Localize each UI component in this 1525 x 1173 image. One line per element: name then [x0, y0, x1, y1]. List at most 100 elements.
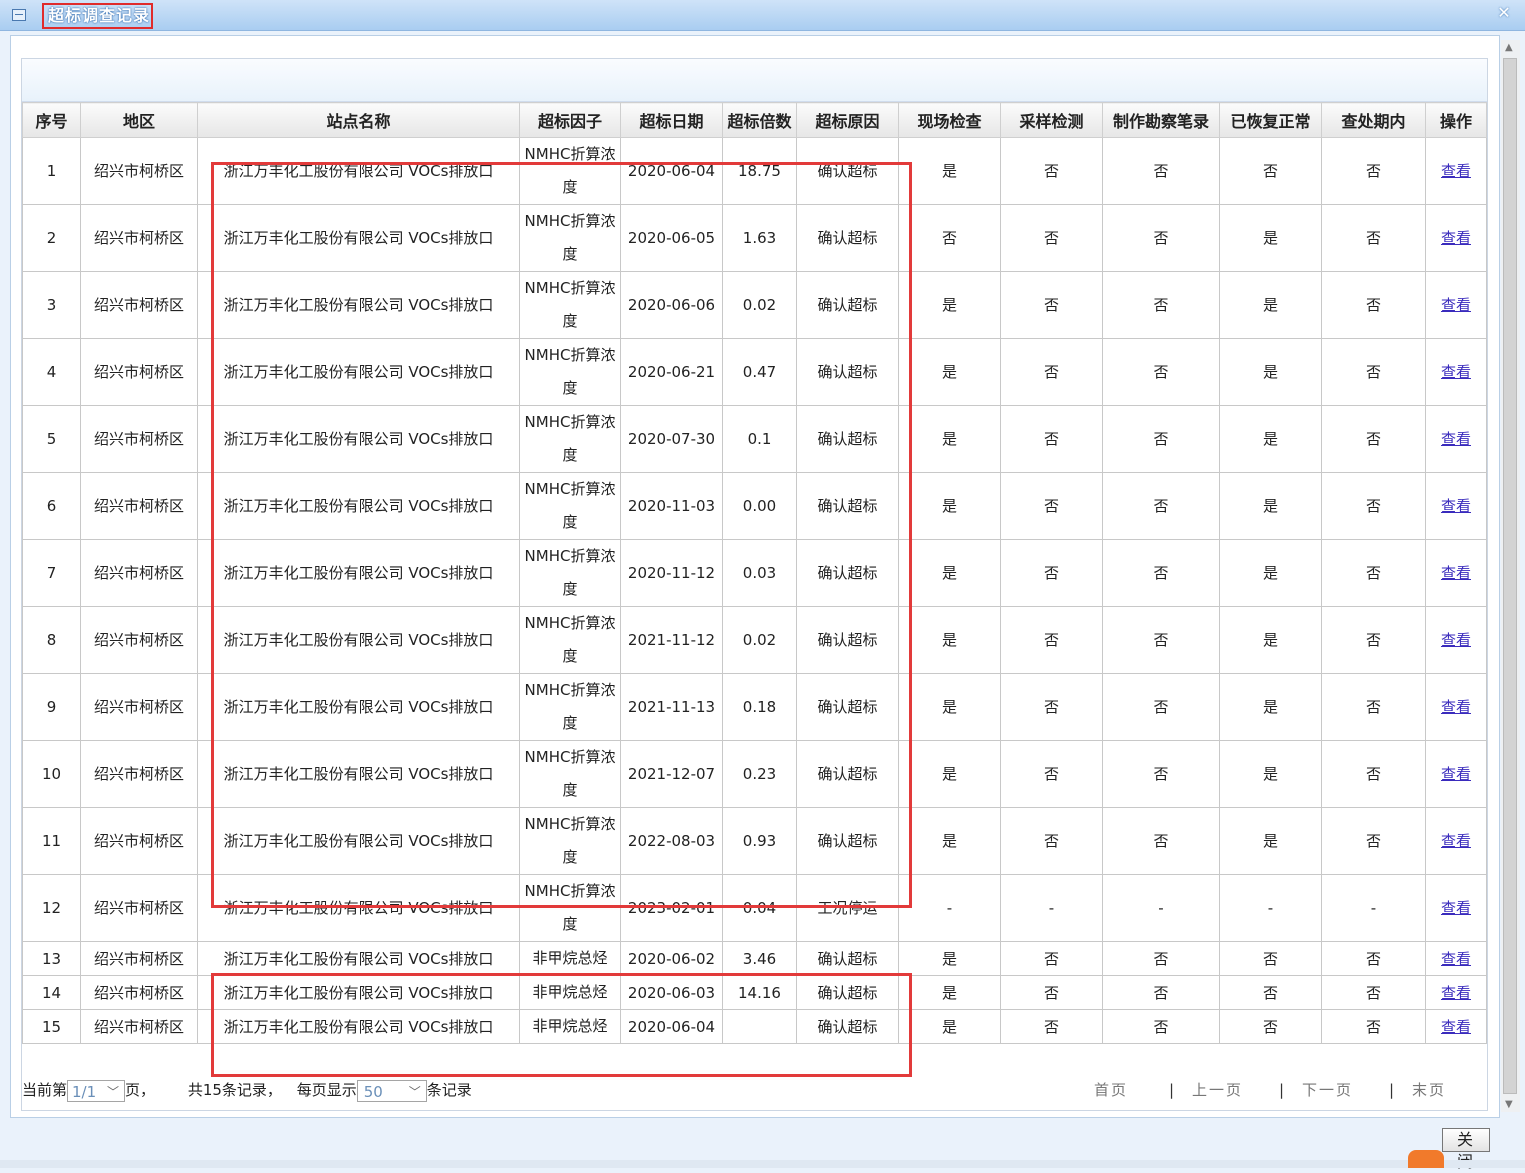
table-cell: 查看 — [1425, 271, 1487, 339]
window-close-icon[interactable]: ✕ — [1491, 2, 1517, 24]
view-link[interactable]: 查看 — [1441, 899, 1471, 917]
view-link[interactable]: 查看 — [1441, 363, 1471, 381]
table-cell: NMHC折算浓度 — [519, 606, 621, 674]
chevron-down-icon: ﹀ — [408, 1084, 421, 1099]
page-select[interactable]: 1/1 ﹀ — [67, 1079, 126, 1102]
table-cell: 是 — [898, 1009, 1001, 1044]
view-link[interactable]: 查看 — [1441, 497, 1471, 515]
table-cell: 浙江万丰化工股份有限公司 VOCs排放口 — [197, 338, 520, 406]
table-cell: NMHC折算浓度 — [519, 874, 621, 942]
table-cell: 否 — [1000, 941, 1103, 976]
view-link[interactable]: 查看 — [1441, 1018, 1471, 1036]
table-cell: 否 — [1321, 539, 1426, 607]
panel-toolbar — [22, 59, 1487, 102]
table-cell: 否 — [1102, 941, 1220, 976]
table-cell: 确认超标 — [796, 1009, 899, 1044]
view-link[interactable]: 查看 — [1441, 832, 1471, 850]
table-cell: 浙江万丰化工股份有限公司 VOCs排放口 — [197, 606, 520, 674]
table-row: 6 绍兴市柯桥区 浙江万丰化工股份有限公司 VOCs排放口 NMHC折算浓度 2020-… — [22, 472, 1487, 540]
table-cell: 确认超标 — [796, 271, 899, 339]
table-cell: 查看 — [1425, 338, 1487, 406]
pager-total: 共15条记录， — [187, 1081, 282, 1099]
pagination-bar: 当前第 1/1 ﹀ 页， 共15条记录， 每页显示 50 ﹀ 条记录 首页 | 上一页 | … — [22, 1075, 1487, 1105]
table-cell: 浙江万丰化工股份有限公司 VOCs排放口 — [197, 137, 520, 205]
view-link[interactable]: 查看 — [1441, 984, 1471, 1002]
scroll-down-icon[interactable]: ▼ — [1505, 1099, 1513, 1110]
table-cell: 浙江万丰化工股份有限公司 VOCs排放口 — [197, 204, 520, 272]
table-cell: 4 — [22, 338, 81, 406]
table-cell: NMHC折算浓度 — [519, 807, 621, 875]
table-cell: 确认超标 — [796, 975, 899, 1010]
table-cell: 否 — [1219, 1009, 1322, 1044]
table-cell: 0.02 — [722, 606, 797, 674]
table-cell: 0.47 — [722, 338, 797, 406]
table-cell: 否 — [1102, 137, 1220, 205]
view-link[interactable]: 查看 — [1441, 564, 1471, 582]
view-link[interactable]: 查看 — [1441, 698, 1471, 716]
table-cell: 查看 — [1425, 874, 1487, 942]
table-cell: NMHC折算浓度 — [519, 472, 621, 540]
table-cell: 确认超标 — [796, 539, 899, 607]
view-link[interactable]: 查看 — [1441, 430, 1471, 448]
page-select-value: 1/1 — [72, 1082, 97, 1101]
table-cell: 确认超标 — [796, 472, 899, 540]
taskbar-strip — [0, 1160, 1525, 1168]
pager-prefix: 当前第 — [22, 1081, 68, 1099]
scroll-up-icon[interactable]: ▲ — [1505, 42, 1513, 53]
table-cell: 查看 — [1425, 137, 1487, 205]
prev-page-link[interactable]: 上一页 — [1192, 1075, 1243, 1105]
table-cell: 否 — [1321, 1009, 1426, 1044]
table-cell: 浙江万丰化工股份有限公司 VOCs排放口 — [197, 874, 520, 942]
table-cell: 查看 — [1425, 1009, 1487, 1044]
table-cell: 否 — [1321, 271, 1426, 339]
table-cell: 否 — [1321, 975, 1426, 1010]
table-cell: 14.16 — [722, 975, 797, 1010]
table-cell: 2020-06-04 — [620, 1009, 723, 1044]
table-row: 7 绍兴市柯桥区 浙江万丰化工股份有限公司 VOCs排放口 NMHC折算浓度 2020-… — [22, 539, 1487, 607]
table-cell: 非甲烷总烃 — [519, 941, 621, 976]
view-link[interactable]: 查看 — [1441, 296, 1471, 314]
table-row: 3 绍兴市柯桥区 浙江万丰化工股份有限公司 VOCs排放口 NMHC折算浓度 2020-… — [22, 271, 1487, 339]
table-row: 12 绍兴市柯桥区 浙江万丰化工股份有限公司 VOCs排放口 NMHC折算浓度 2023… — [22, 874, 1487, 942]
pager-separator: | — [1279, 1081, 1285, 1099]
table-row: 11 绍兴市柯桥区 浙江万丰化工股份有限公司 VOCs排放口 NMHC折算浓度 2022… — [22, 807, 1487, 875]
table-cell: 查看 — [1425, 472, 1487, 540]
table-cell: 10 — [22, 740, 81, 808]
view-link[interactable]: 查看 — [1441, 162, 1471, 180]
table-cell: 7 — [22, 539, 81, 607]
next-page-link[interactable]: 下一页 — [1302, 1075, 1353, 1105]
table-cell: 是 — [1219, 740, 1322, 808]
table-cell: 否 — [1102, 204, 1220, 272]
table-cell: 是 — [898, 405, 1001, 473]
table-cell: 确认超标 — [796, 740, 899, 808]
table-row: 14 绍兴市柯桥区 浙江万丰化工股份有限公司 VOCs排放口 非甲烷总烃 2020-06… — [22, 975, 1487, 1010]
view-link[interactable]: 查看 — [1441, 631, 1471, 649]
table-row: 1 绍兴市柯桥区 浙江万丰化工股份有限公司 VOCs排放口 NMHC折算浓度 2020-… — [22, 137, 1487, 205]
table-cell: 是 — [1219, 204, 1322, 272]
table-cell: 0.02 — [722, 271, 797, 339]
table-row: 13 绍兴市柯桥区 浙江万丰化工股份有限公司 VOCs排放口 非甲烷总烃 2020-06… — [22, 941, 1487, 976]
table-cell: 是 — [898, 539, 1001, 607]
table-cell: 11 — [22, 807, 81, 875]
view-link[interactable]: 查看 — [1441, 950, 1471, 968]
table-cell: 2020-06-05 — [620, 204, 723, 272]
view-link[interactable]: 查看 — [1441, 229, 1471, 247]
table-cell: 查看 — [1425, 405, 1487, 473]
table-cell: 否 — [1321, 740, 1426, 808]
table-cell: 是 — [1219, 606, 1322, 674]
table-cell: 非甲烷总烃 — [519, 1009, 621, 1044]
view-link[interactable]: 查看 — [1441, 765, 1471, 783]
vertical-scrollbar[interactable]: ▲ ▼ — [1501, 40, 1520, 1112]
close-button[interactable]: 关 闭 — [1442, 1128, 1490, 1171]
first-page-link[interactable]: 首页 — [1094, 1075, 1128, 1105]
table-cell: 0.93 — [722, 807, 797, 875]
table-cell: 否 — [1102, 606, 1220, 674]
table-row: 4 绍兴市柯桥区 浙江万丰化工股份有限公司 VOCs排放口 NMHC折算浓度 2020-… — [22, 338, 1487, 406]
last-page-link[interactable]: 末页 — [1412, 1075, 1446, 1105]
per-page-select[interactable]: 50 ﹀ — [356, 1079, 427, 1102]
table-cell: 绍兴市柯桥区 — [80, 606, 198, 674]
table-cell: 是 — [1219, 539, 1322, 607]
table-cell: 否 — [1321, 606, 1426, 674]
scrollbar-thumb[interactable] — [1503, 58, 1517, 1094]
table-cell: 确认超标 — [796, 204, 899, 272]
